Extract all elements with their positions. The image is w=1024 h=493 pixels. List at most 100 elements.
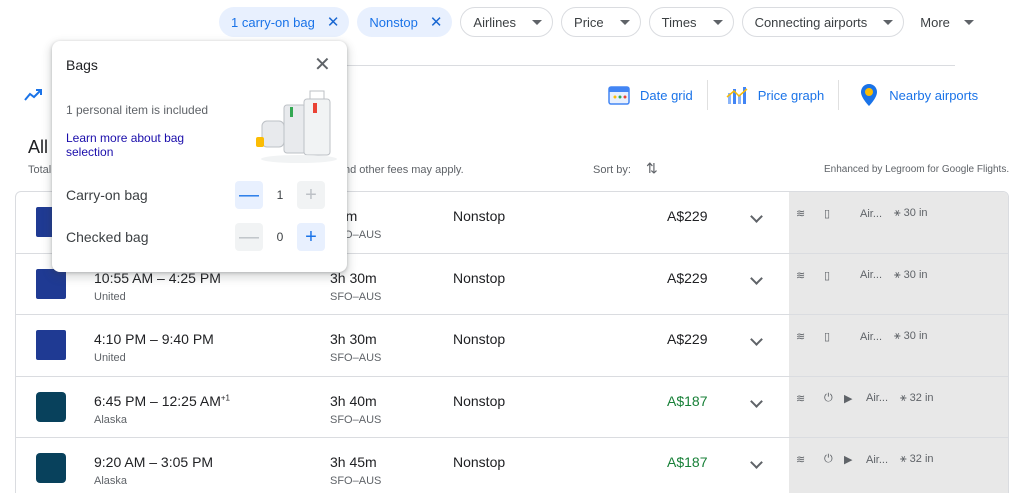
caret-down-icon [883, 19, 894, 25]
carrier-name: Alaska [94, 475, 128, 487]
amenities-panel [789, 253, 1008, 314]
amenities: ≋ ⏻ ▶ Air... ⚹ 32 in [796, 392, 960, 405]
trending-icon[interactable] [24, 86, 42, 107]
wifi-icon: ≋ [796, 331, 806, 343]
close-icon[interactable]: ✕ [314, 55, 331, 75]
wifi-icon: ≋ [796, 454, 806, 466]
checked-bag-count: 0 [276, 230, 284, 244]
price: A$229 [667, 208, 708, 224]
amenities: ≋ ▯ Air... ⚹ 30 in [796, 269, 954, 282]
expand-chevron-icon[interactable] [750, 333, 763, 346]
divider [706, 80, 708, 110]
amenities: ≋ ⏻ ▶ Air... ⚹ 32 in [796, 453, 960, 466]
alaska-logo-icon [36, 453, 66, 483]
expand-chevron-icon[interactable] [750, 210, 763, 223]
carry-on-label: Carry-on bag [66, 187, 148, 203]
legroom-label: ⚹ 32 in [900, 453, 934, 465]
divider [345, 65, 955, 66]
stops: Nonstop [453, 392, 506, 409]
checked-bag-increment-button[interactable]: + [297, 223, 325, 251]
alaska-logo-icon [36, 391, 66, 422]
dropdown-label: Connecting airports [754, 14, 868, 30]
stops: Nonstop [453, 269, 506, 286]
legroom-label: ⚹ 32 in [900, 391, 934, 404]
legroom-value: 32 in [909, 453, 934, 465]
total-note: Total [28, 164, 52, 176]
expand-chevron-icon[interactable] [750, 271, 763, 285]
date-grid-button[interactable]: Date grid [606, 81, 707, 109]
date-grid-label: Date grid [640, 87, 693, 103]
sort-icon[interactable]: ⇅ [646, 160, 658, 177]
dropdown-label: Price [574, 14, 604, 30]
learn-more-link[interactable]: Learn more about bag selection [66, 131, 216, 159]
nearby-airports-button[interactable]: Nearby airports [855, 81, 992, 109]
duration: 3h 45m [330, 454, 377, 470]
checked-bag-label: Checked bag [66, 229, 149, 245]
video-icon: ▶ [844, 454, 853, 466]
time-range: 6:45 PM – 12:25 AM [94, 392, 221, 409]
carry-on-increment-button[interactable]: + [297, 181, 325, 209]
caret-down-icon [619, 19, 630, 25]
more-filters-button[interactable]: More [912, 7, 984, 37]
airlines-dropdown[interactable]: Airlines [460, 7, 554, 37]
aircraft-label: Air... [860, 269, 883, 281]
legroom-label: ⚹ 30 in [894, 207, 928, 219]
aircraft-label: Air... [860, 207, 883, 220]
clear-icon[interactable]: ✕ [430, 13, 443, 31]
flight-times: 6:45 PM – 12:25 AM+1 [94, 393, 230, 409]
map-pin-icon [855, 81, 883, 109]
aircraft-label: Air... [866, 392, 889, 404]
flight-row[interactable]: 4:10 PM – 9:40 PM United 3h 30m SFO–AUS … [16, 315, 1008, 377]
route: SFO–AUS [330, 475, 382, 487]
amenities: ≋ ▯ Air... ⚹ 30 in [796, 207, 954, 220]
chip-nonstop[interactable]: Nonstop ✕ [357, 7, 453, 37]
stops: Nonstop [453, 331, 506, 347]
nearby-airports-label: Nearby airports [889, 87, 979, 103]
expand-chevron-icon[interactable] [750, 394, 763, 408]
wifi-icon: ≋ [796, 392, 806, 405]
amenities-panel [789, 376, 1008, 437]
results-heading: All [28, 137, 49, 157]
flight-row[interactable]: 6:45 PM – 12:25 AM+1 Alaska 3h 40m SFO–A… [16, 376, 1008, 438]
power-icon: ⏻ [824, 453, 833, 465]
caret-down-icon [963, 19, 974, 25]
price-graph-button[interactable]: Price graph [724, 81, 838, 109]
power-icon: ⏻ [824, 391, 833, 404]
device-icon: ▯ [824, 269, 831, 282]
carrier-name: United [94, 352, 126, 364]
caret-down-icon [532, 19, 543, 25]
wifi-icon: ≋ [796, 208, 806, 220]
expand-chevron-icon[interactable] [750, 456, 763, 469]
chip-label: Nonstop [369, 14, 418, 30]
flight-times: 4:10 PM – 9:40 PM [94, 331, 214, 347]
chip-carry-on-bag[interactable]: 1 carry-on bag ✕ [219, 7, 350, 37]
bar-graph-icon [724, 81, 752, 109]
chip-label: 1 carry-on bag [231, 14, 315, 30]
duration: 3h 40m [330, 392, 377, 409]
amenities: ≋ ▯ Air... ⚹ 30 in [796, 330, 954, 343]
duration: 3h 30m [330, 331, 377, 347]
divider [838, 80, 840, 110]
sort-label: Sort by: [593, 164, 631, 176]
price: A$229 [667, 331, 708, 347]
bags-popover: Bags ✕ 1 personal item is included Learn… [52, 41, 347, 272]
legroom-value: 30 in [903, 207, 928, 219]
times-dropdown[interactable]: Times [648, 7, 734, 37]
flight-row[interactable]: 9:20 AM – 3:05 PM Alaska 3h 45m SFO–AUS … [16, 438, 1008, 493]
carry-on-decrement-button[interactable]: — [235, 181, 263, 209]
connecting-airports-dropdown[interactable]: Connecting airports [741, 7, 905, 37]
dropdown-label: Times [661, 14, 697, 30]
price-dropdown[interactable]: Price [561, 7, 641, 37]
route: SFO–AUS [330, 352, 382, 364]
aircraft-label: Air... [866, 453, 889, 466]
amenities-panel [789, 315, 1008, 376]
route: SFO–AUS [330, 413, 382, 426]
legroom-value: 32 in [909, 391, 934, 404]
clear-icon[interactable]: ✕ [327, 13, 340, 31]
view-tools: Date grid Price graph Nearby airports [606, 80, 992, 110]
flight-times: 9:20 AM – 3:05 PM [94, 454, 214, 470]
united-logo-icon [36, 330, 66, 360]
checked-bag-decrement-button[interactable]: — [235, 223, 263, 251]
united-logo-icon [36, 268, 66, 299]
fees-note: nd other fees may apply. [344, 164, 464, 176]
